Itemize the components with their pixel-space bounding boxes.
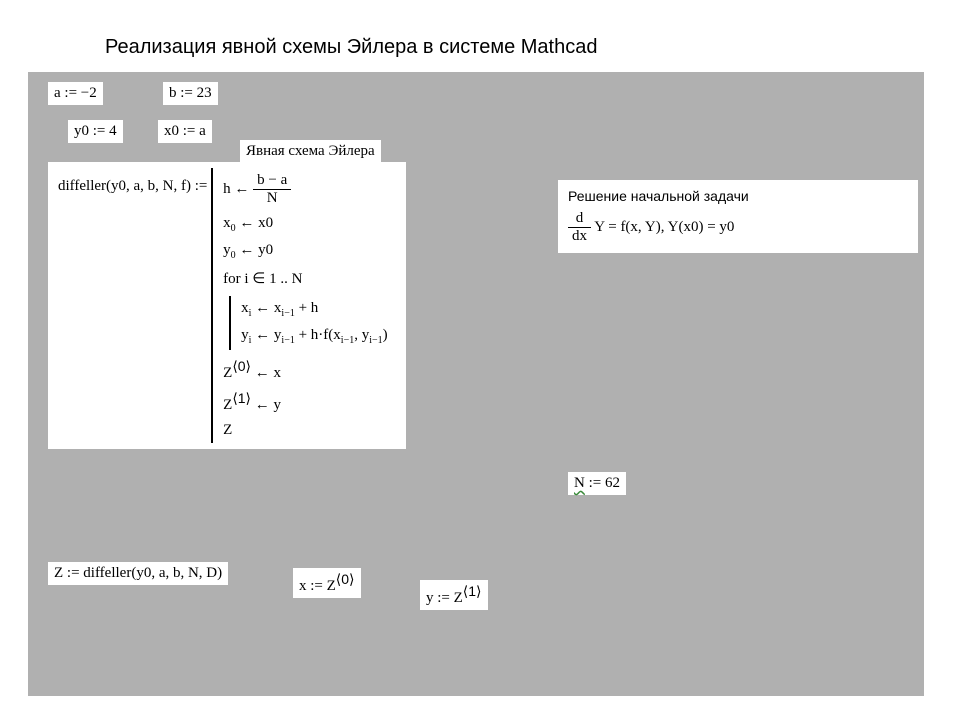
function-definition: diffeller(y0, a, b, N, f) := h ← b − a N… [48,162,406,449]
ivp-box: Решение начальной задачи d dx Y = f(x, Y… [558,180,918,253]
ivp-title: Решение начальной задачи [568,188,908,204]
assign-b: b := 23 [163,82,218,105]
x0-line: x0 ← x0 [219,211,396,238]
assign-x-result: x := Z⟨0⟩ [293,568,361,598]
for-line: for i ∈ 1 .. N [219,265,396,292]
assign-N: N := 62 [568,472,626,495]
assign-y0: y0 := 4 [68,120,123,143]
page-title: Реализация явной схемы Эйлера в системе … [105,36,597,59]
func-lhs: diffeller(y0, a, b, N, f) := [58,168,207,195]
assign-y-result: y := Z⟨1⟩ [420,580,488,610]
yi-line: yi ← yi−1 + h·f(xi−1, yi−1) [237,323,392,350]
assign-x0: x0 := a [158,120,212,143]
ivp-equation: d dx Y = f(x, Y), Y(x0) = y0 [568,210,908,245]
N-var: N [574,475,585,491]
z0-line: Z⟨0⟩ ← x [219,354,396,386]
label-scheme: Явная схема Эйлера [240,140,381,163]
y0-line: y0 ← y0 [219,238,396,265]
h-num: b − a [253,172,291,190]
h-assign-lhs: h ← [223,181,249,197]
ivp-rest: Y = f(x, Y), Y(x0) = y0 [594,219,734,235]
z-return: Z [219,418,396,443]
ivp-d: d [568,210,591,228]
assign-a: a := −2 [48,82,103,105]
assign-Z: Z := diffeller(y0, a, b, N, D) [48,562,228,585]
h-den: N [253,190,291,207]
z1-line: Z⟨1⟩ ← y [219,386,396,418]
h-fraction: b − a N [253,172,291,207]
mathcad-workspace: a := −2 b := 23 y0 := 4 x0 := a Явная сх… [28,72,924,696]
ivp-dx: dx [568,228,591,245]
xi-line: xi ← xi−1 + h [237,296,392,323]
